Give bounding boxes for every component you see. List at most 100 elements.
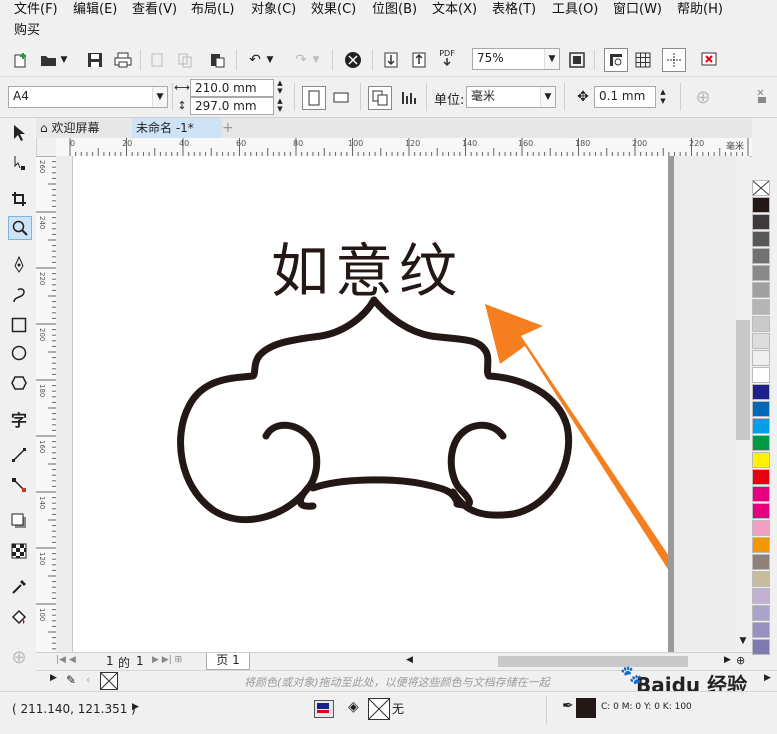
publish-pdf-icon[interactable]: PDF [436,48,458,70]
new-tab-icon[interactable]: + [218,118,240,138]
menu-bitmap[interactable]: 位图(B) [372,1,417,19]
portrait-icon[interactable] [302,86,326,110]
menu-view[interactable]: 查看(V) [132,1,177,19]
tab-document[interactable]: 未命名 -1* [132,118,222,138]
new-document-icon[interactable] [10,49,32,71]
palette-swatch[interactable] [752,537,770,553]
palette-swatch[interactable] [752,571,770,587]
show-rulers-icon[interactable] [604,48,628,72]
artistic-media-icon[interactable] [8,284,30,306]
text-tool-icon[interactable]: 字 [8,408,30,430]
palette-swatch[interactable] [752,520,770,536]
pick-tool-icon[interactable] [8,122,30,144]
eyedropper-icon[interactable]: ✎ [66,673,76,687]
palette-swatch[interactable] [752,588,770,604]
save-icon[interactable] [84,49,106,71]
palette-swatch[interactable] [752,316,770,332]
palette-swatch[interactable] [752,180,770,196]
palette-swatch[interactable] [752,418,770,434]
cut-icon[interactable] [146,49,168,71]
palette-swatch[interactable] [752,435,770,451]
horizontal-ruler[interactable]: 0 20 40 60 80 100 120 140 160 180 200 22… [56,138,752,157]
palette-swatch[interactable] [752,622,770,638]
status-menu-icon[interactable]: ▶ [132,702,139,712]
open-folder-icon[interactable] [38,49,60,71]
paste-icon[interactable] [206,49,228,71]
search-content-icon[interactable] [342,49,364,71]
palette-swatch[interactable] [752,231,770,247]
prev-page-icon[interactable]: ◀ [69,655,76,665]
copy-icon[interactable] [174,49,196,71]
scroll-left-icon[interactable]: ◀ [406,655,413,665]
drop-shadow-icon[interactable] [8,510,30,532]
palette-swatch[interactable] [752,197,770,213]
menu-object[interactable]: 对象(C) [251,1,296,19]
palette-scroll-left-icon[interactable]: ‹ [86,673,90,686]
scroll-down-icon[interactable]: ▼ [736,636,750,650]
rectangle-tool-icon[interactable] [8,314,30,336]
redo-icon[interactable]: ↷ [290,49,312,71]
palette-swatch[interactable] [752,214,770,230]
document-color-icon[interactable] [314,700,334,718]
add-page-icon[interactable]: ⊞ [175,655,183,665]
drawing-canvas[interactable]: 如意纹 [56,156,736,652]
menu-effects[interactable]: 效果(C) [311,1,356,19]
ellipse-tool-icon[interactable] [8,342,30,364]
print-icon[interactable] [112,49,134,71]
ruyi-pattern-drawing[interactable] [73,156,669,652]
chevron-down-icon[interactable]: ▼ [58,49,70,71]
palette-swatch[interactable] [752,605,770,621]
polygon-tool-icon[interactable] [8,372,30,394]
page-width-input[interactable]: 210.0 mm [190,79,274,97]
palette-swatch[interactable] [752,639,770,655]
interactive-fill-icon[interactable] [8,606,30,628]
palette-swatch[interactable] [752,503,770,519]
scroll-thumb[interactable] [736,320,750,440]
show-guidelines-icon[interactable] [662,48,686,72]
last-page-icon[interactable]: ▶| [162,655,172,665]
zoom-level-select[interactable]: 75% ▼ [472,48,560,70]
transparency-tool-icon[interactable] [8,540,30,562]
outline-pen-icon[interactable]: ✒ [562,698,574,714]
height-spinner[interactable]: ▲ ▼ [274,97,286,113]
palette-swatch[interactable] [752,384,770,400]
units-select[interactable]: 毫米 ▼ [466,86,556,108]
fill-bucket-icon[interactable]: ◈ [348,699,359,715]
fill-none-swatch[interactable] [368,698,390,720]
menu-table[interactable]: 表格(T) [492,1,536,19]
options-icon[interactable] [754,86,770,106]
full-screen-icon[interactable] [566,49,588,71]
palette-swatch[interactable] [752,452,770,468]
palette-swatch[interactable] [752,469,770,485]
export-icon[interactable] [408,49,430,71]
horizontal-scroll-thumb[interactable] [498,656,688,667]
all-pages-icon[interactable] [368,86,392,110]
crop-tool-icon[interactable] [8,188,30,210]
vertical-ruler[interactable]: 260 240 220 200 180 160 140 120 100 [36,156,57,652]
menu-tools[interactable]: 工具(O) [552,1,598,19]
menu-help[interactable]: 帮助(H) [677,1,723,19]
menu-window[interactable]: 窗口(W) [613,1,662,19]
page-height-input[interactable]: 297.0 mm [190,97,274,115]
undo-icon[interactable]: ↶ [244,49,266,71]
import-icon[interactable] [380,49,402,71]
palette-swatch[interactable] [752,554,770,570]
palette-swatch[interactable] [752,265,770,281]
undo-dropdown-icon[interactable]: ▼ [264,49,276,71]
redo-dropdown-icon[interactable]: ▼ [310,49,322,71]
palette-swatch[interactable] [752,248,770,264]
parallel-dimension-icon[interactable] [8,444,30,466]
palette-swatch[interactable] [752,350,770,366]
eyedropper-tool-icon[interactable] [8,576,30,598]
nudge-spinner[interactable]: ▲ ▼ [656,86,670,108]
palette-swatch[interactable] [752,486,770,502]
add-icon[interactable]: ⊕ [692,86,714,108]
palette-swatch[interactable] [752,367,770,383]
shape-tool-icon[interactable] [8,152,30,174]
menu-text[interactable]: 文本(X) [432,1,477,19]
zoom-tool-icon[interactable] [8,216,32,240]
palette-menu-icon[interactable]: ▶ [50,673,57,683]
outline-color-swatch[interactable] [576,698,596,718]
menu-edit[interactable]: 编辑(E) [73,1,117,19]
palette-swatch[interactable] [752,282,770,298]
